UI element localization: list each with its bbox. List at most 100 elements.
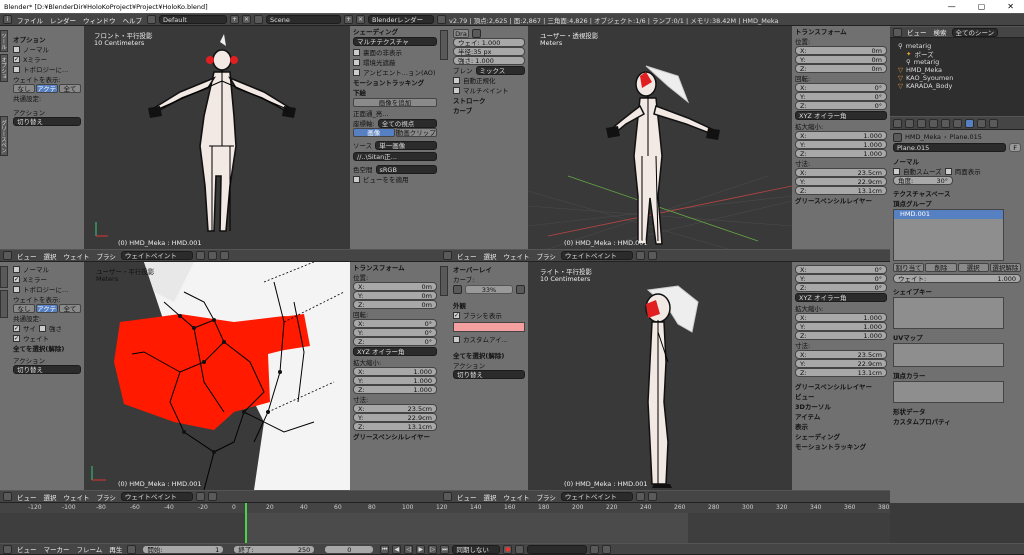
geodata-section[interactable]: 形状データ	[893, 406, 926, 416]
bl-rot-y[interactable]: Y: 0°	[353, 328, 437, 337]
bl-normal-checkbox[interactable]	[13, 265, 20, 273]
br-view-section[interactable]: ビュー	[795, 391, 815, 401]
layout-field[interactable]: Default	[159, 15, 227, 24]
overlay-percent-field[interactable]: 33%	[465, 284, 513, 294]
br-rot-x[interactable]: X: 0°	[795, 265, 887, 274]
layer-icon[interactable]	[219, 251, 229, 260]
env-checkbox[interactable]	[353, 58, 360, 66]
menu-help[interactable]: ヘルプ	[121, 15, 145, 25]
tr-scale-x[interactable]: X: 1.000	[795, 131, 887, 140]
tr-menu-view[interactable]: ビュー	[455, 251, 479, 261]
mode-select[interactable]: ウェイトペイント	[120, 251, 193, 260]
bl-weight-active-button[interactable]: アクティブ	[36, 304, 58, 313]
multipaint-checkbox[interactable]	[453, 86, 460, 94]
colorspace-select[interactable]: sRGB	[375, 164, 437, 174]
object-tab-icon[interactable]	[941, 118, 950, 128]
br-mode-select[interactable]: ウェイトペイント	[560, 492, 633, 501]
bl-action-select[interactable]: 切り替え	[13, 365, 81, 374]
outliner-display-select[interactable]: 全てのシーン	[951, 27, 998, 37]
br-dim-y[interactable]: Y: 22.9cm	[795, 359, 887, 368]
br-editor-type-icon[interactable]	[443, 492, 452, 501]
blender-icon[interactable]: i	[3, 15, 12, 24]
bl-select-all-section[interactable]: 全てを選択(解除)	[13, 343, 64, 353]
bl-topology-checkbox[interactable]	[13, 285, 20, 293]
br-shading-section[interactable]: シェーディング	[795, 431, 840, 441]
tr-menu-brush[interactable]: ブラシ	[535, 251, 558, 261]
bl-rotation-mode[interactable]: XYZ オイラー角	[353, 347, 437, 356]
bl-transform-title[interactable]: トランスフォーム	[353, 262, 405, 272]
bl-gp-section[interactable]: グリースペンシルレイヤー	[353, 431, 430, 441]
tr-dim-x[interactable]: X: 23.5cm	[795, 168, 887, 177]
bl-mirror-checkbox[interactable]: ✓	[13, 275, 20, 283]
tr-loc-z[interactable]: Z: 0m	[795, 64, 887, 73]
br-shading-icon[interactable]	[635, 492, 645, 501]
vcolors-section[interactable]: 頂点カラー	[893, 370, 926, 380]
world-tab-icon[interactable]	[929, 118, 938, 128]
shading-mode-icon[interactable]	[195, 251, 205, 260]
outliner-item[interactable]: ✦ ポーズ	[898, 50, 1024, 59]
bl-menu-view[interactable]: ビュー	[15, 492, 39, 502]
bl-menu-weight[interactable]: ウェイト	[62, 492, 92, 502]
tr-editor-type-icon[interactable]	[443, 251, 452, 260]
material-tab-icon[interactable]	[977, 118, 986, 128]
timeline-menu-view[interactable]: ビュー	[15, 544, 39, 554]
next-key-icon[interactable]: ▷	[428, 544, 438, 554]
scene-close-icon[interactable]: ×	[356, 15, 365, 24]
br-menu-brush[interactable]: ブラシ	[535, 492, 558, 502]
tr-dim-z[interactable]: Z: 13.1cm	[795, 186, 887, 195]
timeline-type-icon[interactable]	[3, 544, 12, 554]
br-cursor-section[interactable]: 3Dカーソル	[795, 401, 831, 411]
mirror-checkbox[interactable]: ✓	[13, 55, 20, 63]
bl-editor-type-icon[interactable]	[3, 492, 12, 501]
maximize-icon[interactable]: ▢	[978, 2, 986, 11]
close-icon[interactable]: ✕	[1007, 2, 1014, 11]
strength-field[interactable]: 強さ: 1.000	[453, 56, 525, 65]
keying-set-field[interactable]	[527, 544, 588, 554]
weight-field[interactable]: ウェイ: 1.000	[453, 38, 525, 47]
prev-key-icon[interactable]: ◀	[392, 544, 402, 554]
motion-section[interactable]: モーショントラッキング	[353, 77, 424, 87]
sync-select[interactable]: 同期しない	[452, 544, 501, 554]
vgroups-list[interactable]: HMD.001	[893, 209, 1004, 261]
autosmooth-checkbox[interactable]	[893, 167, 900, 175]
tr-viewport[interactable]: ユーザー・透視投影 Meters (0) HMD_Meka : HMD.001	[528, 26, 792, 249]
current-frame-field[interactable]: 0	[324, 544, 375, 554]
remove-button[interactable]: 削除	[925, 263, 957, 272]
blend-select[interactable]: ミックス	[475, 65, 525, 75]
menu-select[interactable]: 選択	[42, 251, 59, 261]
tr-gp-section[interactable]: グリースペンシルレイヤー	[795, 195, 872, 205]
doublesided-checkbox[interactable]	[944, 167, 952, 175]
bl-dim-z[interactable]: Z: 13.1cm	[353, 422, 437, 431]
texspace-section[interactable]: テクスチャスペース	[893, 188, 950, 198]
menu-file[interactable]: ファイル	[15, 15, 45, 25]
options-section-title[interactable]: オプション	[13, 34, 46, 44]
layout-icon[interactable]	[147, 15, 156, 24]
bl-scale-y[interactable]: Y: 1.000	[353, 376, 437, 385]
br-motion-section[interactable]: モーショントラッキング	[795, 441, 866, 451]
clip-button[interactable]: 動画クリップ	[395, 128, 437, 137]
pivot-icon[interactable]	[207, 251, 217, 260]
bl-tool-tab[interactable]	[0, 266, 8, 288]
br-dim-z[interactable]: Z: 13.1cm	[795, 368, 887, 377]
br-pivot-icon[interactable]	[647, 492, 657, 501]
mesh-name-field[interactable]: Plane.015	[893, 142, 1007, 152]
bl-scale-x[interactable]: X: 1.000	[353, 367, 437, 376]
curve-section[interactable]: カーブ	[453, 105, 472, 115]
weight-checkbox[interactable]: ✓	[13, 334, 20, 342]
topology-checkbox[interactable]	[13, 65, 20, 73]
insert-key-icon[interactable]	[590, 544, 600, 554]
outliner-item[interactable]: ▽ KAO_Syoumen	[898, 74, 1024, 82]
bl-dim-y[interactable]: Y: 22.9cm	[353, 413, 437, 422]
bl-loc-y[interactable]: Y: 0m	[353, 291, 437, 300]
assign-button[interactable]: 割り当て	[893, 263, 925, 272]
image-button[interactable]: 画像	[353, 128, 395, 137]
tr-loc-y[interactable]: Y: 0m	[795, 55, 887, 64]
layout-close-icon[interactable]: ×	[242, 15, 251, 24]
source-select[interactable]: 単一画像	[375, 140, 437, 150]
br-dim-x[interactable]: X: 23.5cm	[795, 350, 887, 359]
menu-weight[interactable]: ウェイト	[62, 251, 92, 261]
shading-section[interactable]: シェーディング	[353, 26, 398, 36]
render-tab-icon[interactable]	[905, 118, 914, 128]
bl-rot-x[interactable]: X: 0°	[353, 319, 437, 328]
tr-shading-icon[interactable]	[635, 251, 645, 260]
